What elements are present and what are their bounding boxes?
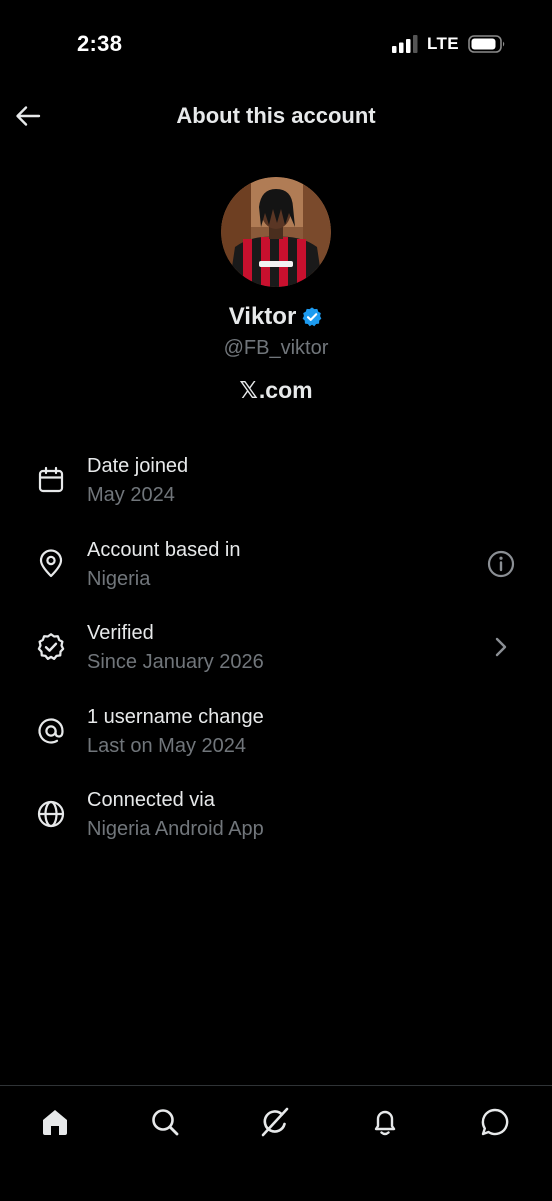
nav-grok[interactable] <box>255 1102 295 1142</box>
notifications-icon <box>374 1110 396 1136</box>
row-title: Account based in <box>87 538 241 561</box>
info-row-date-joined[interactable]: Date joined May 2024 <box>0 445 552 529</box>
display-name: Viktor <box>228 303 297 330</box>
site-link[interactable]: 𝕏 .com <box>0 377 552 404</box>
info-row-connected-via[interactable]: Connected via Nigeria Android App <box>0 779 552 863</box>
nav-search[interactable] <box>145 1102 185 1142</box>
at-sign-icon <box>34 714 68 748</box>
bottom-nav <box>0 1085 552 1201</box>
row-subtitle: Nigeria Android App <box>87 818 264 840</box>
status-bar: 2:38 LTE <box>0 0 552 90</box>
verified-badge-icon <box>302 307 322 327</box>
handle: @FB_viktor <box>223 337 329 359</box>
row-subtitle: May 2024 <box>87 484 175 506</box>
avatar[interactable] <box>221 177 331 287</box>
status-indicators: LTE <box>391 34 506 54</box>
grok-icon <box>261 1107 289 1137</box>
row-title: Verified <box>87 622 154 644</box>
globe-icon <box>34 797 68 831</box>
home-icon <box>43 1110 67 1135</box>
x-logo: 𝕏 <box>239 377 258 403</box>
row-subtitle: Since January 2026 <box>87 651 264 673</box>
nav-messages[interactable] <box>475 1102 515 1142</box>
calendar-icon <box>34 463 68 497</box>
info-row-account-based-in[interactable]: Account based in Nigeria <box>0 529 552 613</box>
row-subtitle: Last on May 2024 <box>87 734 246 757</box>
row-title: Date joined <box>87 455 189 477</box>
display-name-row: Viktor <box>0 303 552 331</box>
account-info-list: Date joined May 2024 Account based in Ni… <box>0 445 552 863</box>
site-domain: .com <box>258 377 313 403</box>
nav-notifications[interactable] <box>365 1102 405 1142</box>
header: About this account <box>0 90 552 142</box>
network-label: LTE <box>426 34 459 53</box>
location-pin-icon <box>34 547 68 581</box>
battery-icon <box>468 35 505 53</box>
info-row-verified[interactable]: Verified Since January 2026 <box>0 612 552 696</box>
nav-home[interactable] <box>35 1102 75 1142</box>
page-title: About this account <box>176 103 376 128</box>
avatar-image <box>221 177 331 287</box>
search-icon <box>152 1109 179 1136</box>
signal-icon <box>391 35 418 53</box>
verified-seal-icon <box>34 630 68 664</box>
info-icon[interactable] <box>484 547 518 581</box>
messages-icon <box>481 1108 509 1136</box>
status-time: 2:38 <box>77 31 123 56</box>
row-title: Connected via <box>87 789 215 811</box>
row-title: 1 username change <box>87 705 264 728</box>
info-row-username-change[interactable]: 1 username change Last on May 2024 <box>0 696 552 780</box>
chevron-right-icon[interactable] <box>484 630 518 664</box>
row-subtitle: Nigeria <box>87 567 151 590</box>
